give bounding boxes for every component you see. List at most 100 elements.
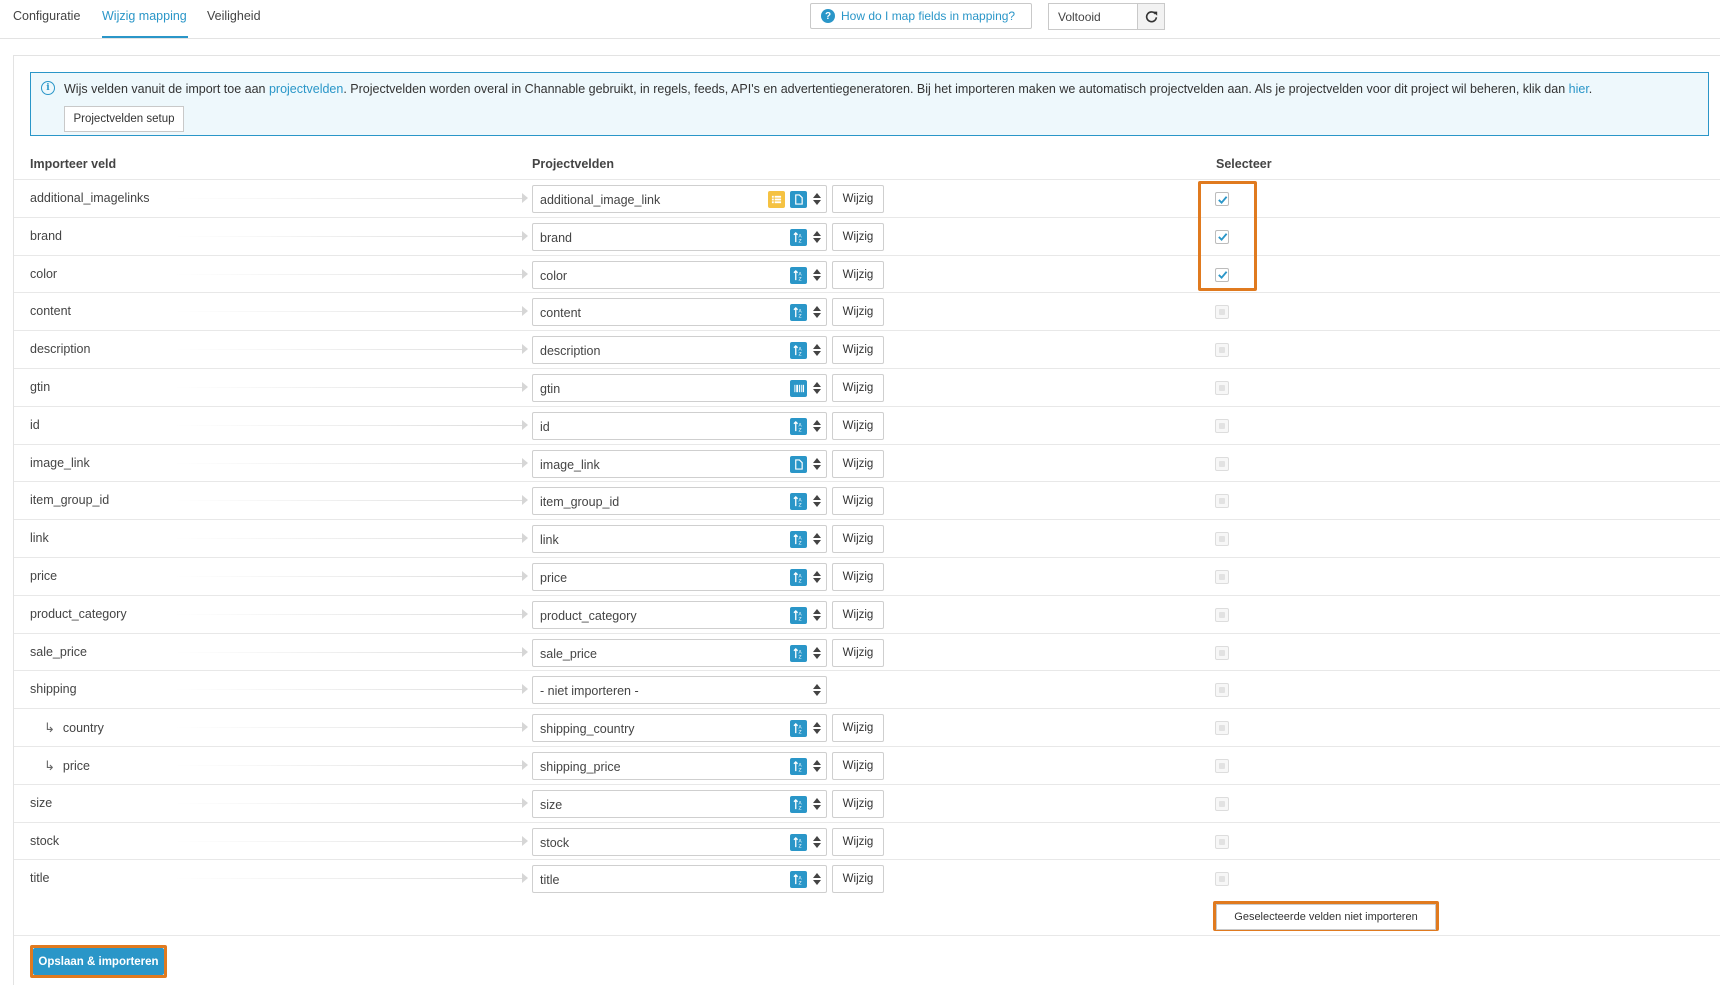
project-field-select[interactable]: shipping_price A Z [532,752,827,780]
select-checkbox[interactable] [1215,570,1229,584]
mapping-arrow-line [174,651,524,653]
sort-alpha-icon: AZ [790,720,807,738]
save-import-button[interactable]: Opslaan & importeren [33,948,164,975]
project-field-select[interactable]: content A Z [532,298,827,327]
help-mapping-label: How do I map fields in mapping? [841,9,1016,23]
project-field-value: brand [540,230,572,245]
select-checkbox[interactable] [1215,192,1229,206]
project-field-value: content [540,306,582,321]
arrow-right-icon [522,193,528,203]
table-row: shipping - niet importeren - [14,670,1720,708]
project-field-select[interactable]: size A Z [532,789,827,818]
help-mapping-button[interactable]: ? How do I map fields in mapping? [810,3,1032,29]
projectvelden-link[interactable]: projectvelden [269,82,343,96]
wijzig-button[interactable]: Wijzig [832,525,884,554]
select-checkbox[interactable] [1215,645,1229,660]
checkbox-empty-mark [1219,347,1225,354]
table-row: gtin gtin Wijzig [14,368,1720,406]
table-row: size size A Z Wijzig [14,783,1720,822]
project-field-select[interactable]: link A Z [532,525,827,554]
select-checkbox[interactable] [1215,494,1229,509]
import-field-name: country [62,721,104,736]
mapping-arrow-line [174,500,524,502]
svg-text:A: A [799,649,803,655]
hier-link[interactable]: hier [1569,82,1589,96]
wijzig-button[interactable]: Wijzig [832,827,884,856]
project-field-value: item_group_id [540,495,620,510]
sort-alpha-icon: AZ [790,228,807,246]
project-field-select[interactable]: title A Z [532,865,827,894]
wijzig-button[interactable]: Wijzig [832,563,884,591]
select-checkbox[interactable] [1215,796,1229,811]
select-caret-icon [813,494,821,508]
mapping-arrow-line [174,387,524,388]
project-field-select[interactable]: additional_image_link [532,185,827,213]
wijzig-button[interactable]: Wijzig [832,374,884,402]
refresh-button[interactable] [1137,3,1165,30]
project-field-select[interactable]: id A Z [532,411,827,440]
wijzig-button[interactable]: Wijzig [832,752,884,780]
select-checkbox[interactable] [1215,418,1229,433]
project-field-select[interactable]: shipping_country A Z [532,714,827,743]
wijzig-button[interactable]: Wijzig [832,600,884,629]
import-field-label: title [30,871,49,885]
select-checkbox[interactable] [1215,607,1229,622]
table-row: brand brand A Z Wijzig [14,216,1720,255]
svg-text:Z: Z [799,768,802,772]
wijzig-button[interactable]: Wijzig [832,185,884,213]
project-field-select[interactable]: - niet importeren - [532,676,827,705]
select-checkbox[interactable] [1215,229,1229,244]
select-checkbox[interactable] [1215,267,1229,282]
wijzig-button[interactable]: Wijzig [832,714,884,743]
svg-text:A: A [799,876,803,882]
project-field-select[interactable]: stock A Z [532,827,827,856]
tab-configuratie[interactable]: Configuratie [13,9,80,23]
project-field-select[interactable]: item_group_id A Z [532,487,827,516]
wijzig-button[interactable]: Wijzig [832,865,884,894]
select-checkbox[interactable] [1215,381,1229,395]
project-field-select[interactable]: gtin [532,374,827,402]
project-field-value: title [540,873,560,888]
project-field-select[interactable]: description A Z [532,336,827,365]
select-checkbox[interactable] [1215,683,1229,698]
project-field-select[interactable]: color A Z [532,260,827,289]
import-field-name: price [30,569,58,583]
project-field-select[interactable]: sale_price A Z [532,638,827,667]
select-caret-icon [813,343,821,357]
select-checkbox[interactable] [1215,721,1229,736]
select-checkbox[interactable] [1215,872,1229,887]
mapping-arrow-line [174,613,524,615]
sort-alpha-icon: AZ [790,417,807,435]
import-field-label: additional_imagelinks [30,191,150,205]
wijzig-button[interactable]: Wijzig [832,638,884,667]
wijzig-button[interactable]: Wijzig [832,487,884,516]
wijzig-button[interactable]: Wijzig [832,222,884,251]
project-field-select[interactable]: brand A Z [532,222,827,251]
projectvelden-setup-button[interactable]: Projectvelden setup [64,106,184,132]
select-checkbox[interactable] [1215,532,1229,547]
checkbox-empty-mark [1219,498,1225,505]
import-field-label: product_category [30,607,127,621]
wijzig-button[interactable]: Wijzig [832,411,884,440]
project-field-select[interactable]: price A Z [532,563,827,591]
project-field-select[interactable]: product_category A Z [532,600,827,629]
tab-wijzig-mapping[interactable]: Wijzig mapping [102,9,187,23]
wijzig-button[interactable]: Wijzig [832,260,884,289]
wijzig-button[interactable]: Wijzig [832,298,884,327]
select-checkbox[interactable] [1215,759,1229,773]
wijzig-button[interactable]: Wijzig [832,336,884,365]
select-checkbox[interactable] [1215,456,1229,471]
import-field-label: brand [30,229,62,243]
svg-text:A: A [799,347,803,353]
deselect-fields-button[interactable]: Geselecteerde velden niet importeren [1216,904,1436,930]
wijzig-button[interactable]: Wijzig [832,449,884,478]
project-field-value: price [540,571,568,585]
select-checkbox[interactable] [1215,343,1229,358]
sub-field-arrow-icon: ↳ [44,758,55,773]
select-checkbox[interactable] [1215,305,1229,320]
select-checkbox[interactable] [1215,834,1229,849]
project-field-select[interactable]: image_link [532,449,827,478]
tab-veiligheid[interactable]: Veiligheid [207,9,261,23]
table-row: ↳ country shipping_country A Z Wijzig [14,708,1720,746]
wijzig-button[interactable]: Wijzig [832,789,884,818]
